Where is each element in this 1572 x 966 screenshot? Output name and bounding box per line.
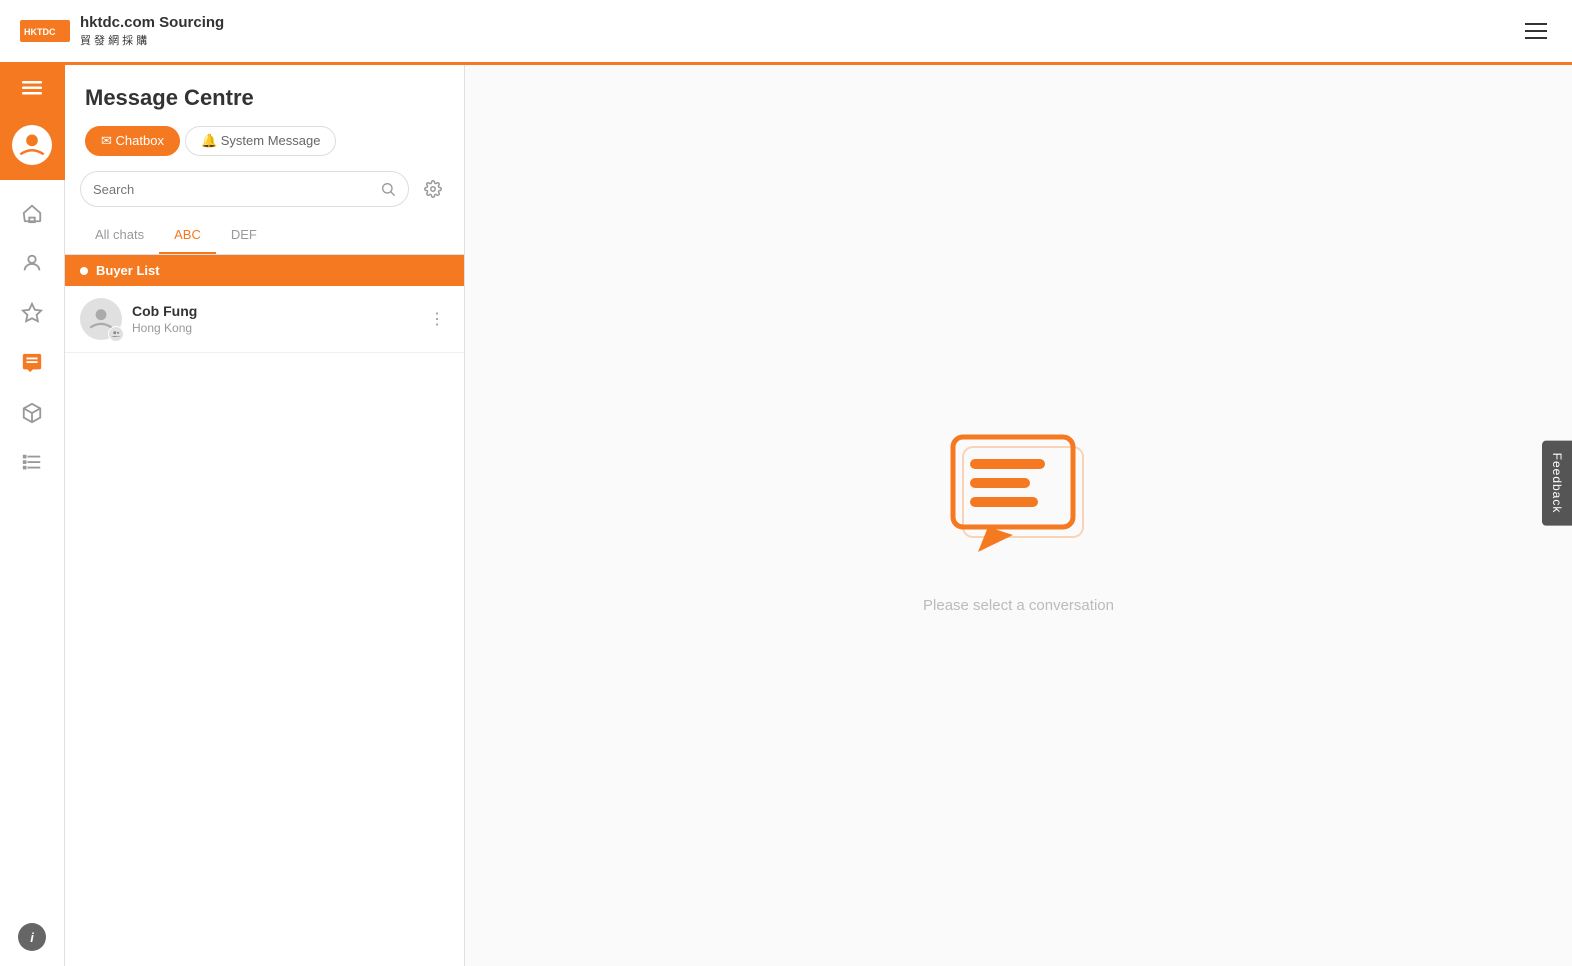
filter-tab-abc-label: ABC xyxy=(174,227,201,242)
hktdc-logo-icon: HKTDC xyxy=(20,20,70,42)
settings-button[interactable] xyxy=(417,173,449,205)
feedback-button[interactable]: Feedback xyxy=(1542,441,1572,526)
sidebar-item-products[interactable] xyxy=(7,390,57,435)
brand-name-en: hktdc.com Sourcing xyxy=(80,14,224,32)
main-layout: i Message Centre ✉ Chatbox 🔔 System Mess… xyxy=(0,65,1572,966)
page-title: Message Centre xyxy=(85,85,444,111)
contact-location: Hong Kong xyxy=(132,321,425,335)
filter-tab-def-label: DEF xyxy=(231,227,257,242)
main-content: Please select a conversation xyxy=(465,65,1572,966)
filter-tabs: All chats ABC DEF xyxy=(65,217,464,255)
filter-tab-all[interactable]: All chats xyxy=(80,217,159,254)
sidebar-item-home[interactable] xyxy=(7,190,57,235)
chat-list: Cob Fung Hong Kong ⋮ xyxy=(65,286,464,353)
chatbox-tab-icon: ✉ xyxy=(101,133,112,148)
avatar-circle xyxy=(12,125,52,165)
filter-tab-abc[interactable]: ABC xyxy=(159,217,216,254)
hamburger-line-3 xyxy=(1525,37,1547,39)
buyer-list-label: Buyer List xyxy=(96,263,160,278)
top-nav: HKTDC hktdc.com Sourcing 貿 發 網 採 購 xyxy=(0,0,1572,65)
chat-list-item[interactable]: Cob Fung Hong Kong ⋮ xyxy=(65,286,464,353)
sidebar-nav xyxy=(0,180,64,923)
empty-state-text: Please select a conversation xyxy=(923,597,1114,614)
home-icon xyxy=(21,202,43,224)
hamburger-menu-button[interactable] xyxy=(1520,15,1552,47)
brand: HKTDC hktdc.com Sourcing 貿 發 網 採 購 xyxy=(20,14,224,48)
sidebar-item-user[interactable] xyxy=(7,240,57,285)
sidebar-bottom: i xyxy=(18,923,46,966)
bullet-dot xyxy=(80,267,88,275)
brand-name-zh: 貿 發 網 採 購 xyxy=(80,32,224,48)
filter-tab-all-label: All chats xyxy=(95,227,144,242)
hamburger-line-1 xyxy=(1525,23,1547,25)
chat-panel-header: Message Centre ✉ Chatbox 🔔 System Messag… xyxy=(65,65,464,156)
svg-text:HKTDC: HKTDC xyxy=(24,27,56,37)
chat-bubble-icon xyxy=(21,352,43,374)
filter-tab-def[interactable]: DEF xyxy=(216,217,272,254)
list-icon xyxy=(21,452,43,474)
system-tab-icon: 🔔 xyxy=(201,133,217,148)
sidebar-item-favorites[interactable] xyxy=(7,290,57,335)
more-options-button[interactable]: ⋮ xyxy=(425,307,449,331)
chat-type-tabs: ✉ Chatbox 🔔 System Message xyxy=(85,126,444,156)
contact-info: Cob Fung Hong Kong xyxy=(132,303,425,335)
gear-icon xyxy=(424,180,442,198)
sidebar-item-chat[interactable] xyxy=(7,340,57,385)
contact-avatar xyxy=(80,298,122,340)
hamburger-line-2 xyxy=(1525,30,1547,32)
feedback-label: Feedback xyxy=(1550,453,1564,514)
search-box xyxy=(80,171,409,207)
search-input[interactable] xyxy=(93,182,372,197)
search-area xyxy=(65,156,464,207)
brand-text: hktdc.com Sourcing 貿 發 網 採 購 xyxy=(80,14,224,48)
empty-state: Please select a conversation xyxy=(923,417,1114,614)
group-icon xyxy=(111,329,121,339)
brand-logo: HKTDC xyxy=(20,20,70,42)
star-icon xyxy=(21,302,43,324)
search-icon xyxy=(380,181,396,197)
user-avatar-icon xyxy=(18,131,46,159)
buyer-list-header: Buyer List xyxy=(65,255,464,286)
sidebar-expand-button[interactable] xyxy=(0,65,65,110)
user-icon xyxy=(21,252,43,274)
tab-system-message[interactable]: 🔔 System Message xyxy=(185,126,337,156)
chatbox-tab-label: Chatbox xyxy=(116,133,164,148)
info-button[interactable]: i xyxy=(18,923,46,951)
contact-name: Cob Fung xyxy=(132,303,425,319)
tab-chatbox[interactable]: ✉ Chatbox xyxy=(85,126,180,156)
expand-icon xyxy=(22,81,42,95)
sidebar: i xyxy=(0,65,65,966)
chat-illustration xyxy=(938,417,1098,577)
chat-panel: Message Centre ✉ Chatbox 🔔 System Messag… xyxy=(65,65,465,966)
user-avatar-button[interactable] xyxy=(0,110,65,180)
system-tab-label: System Message xyxy=(221,133,321,148)
cube-icon xyxy=(21,402,43,424)
group-indicator xyxy=(108,326,124,342)
sidebar-item-list[interactable] xyxy=(7,440,57,485)
